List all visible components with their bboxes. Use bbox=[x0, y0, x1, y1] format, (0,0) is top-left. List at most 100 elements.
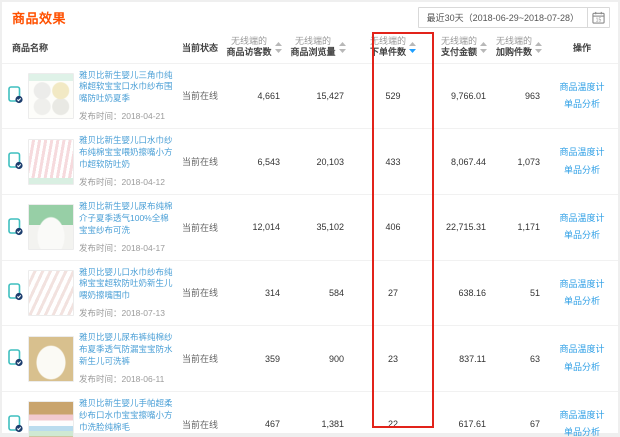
single-item-analysis-link[interactable]: 单品分析 bbox=[546, 96, 618, 113]
product-thermometer-link[interactable]: 商品温度计 bbox=[546, 144, 618, 161]
svg-text:15: 15 bbox=[596, 17, 602, 23]
views-value: 15,427 bbox=[286, 63, 350, 129]
visitors-value: 6,543 bbox=[222, 129, 286, 195]
header-payment-line2: 支付金额 bbox=[441, 47, 477, 58]
product-thumbnail[interactable] bbox=[28, 204, 74, 250]
mobile-online-check-icon bbox=[8, 152, 23, 171]
table-row: 雅贝比新生婴儿尿布纯棉介子夏季透气100%全棉宝宝纱布可洗 发布时间：2018-… bbox=[2, 194, 618, 260]
payment-value: 9,766.01 bbox=[436, 63, 492, 129]
orders-value: 433 bbox=[350, 129, 436, 195]
orders-value: 22 bbox=[350, 391, 436, 437]
publish-date: 发布时间：2018-06-11 bbox=[79, 373, 176, 385]
table-row: 雅贝比婴儿口水巾纱布纯棉宝宝超软防吐奶新生儿喂奶擦嘴围巾 发布时间：2018-0… bbox=[2, 260, 618, 326]
cart-adds-value: 1,073 bbox=[492, 129, 546, 195]
table-row: 雅贝比婴儿尿布裤纯棉纱布夏季透气防漏宝宝防水新生儿可洗裤 发布时间：2018-0… bbox=[2, 326, 618, 392]
single-item-analysis-link[interactable]: 单品分析 bbox=[546, 162, 618, 179]
orders-value: 23 bbox=[350, 326, 436, 392]
mobile-online-check-icon bbox=[8, 283, 23, 302]
header-wireless-visitors[interactable]: 无线端的商品访客数 bbox=[222, 32, 286, 63]
cart-adds-value: 51 bbox=[492, 260, 546, 326]
header-wireless-payment[interactable]: 无线端的支付金额 bbox=[436, 32, 492, 63]
header-views-line1: 无线端的 bbox=[290, 36, 335, 47]
visitors-value: 12,014 bbox=[222, 194, 286, 260]
product-thermometer-link[interactable]: 商品温度计 bbox=[546, 79, 618, 96]
views-value: 900 bbox=[286, 326, 350, 392]
status-label: 当前在线 bbox=[178, 129, 222, 195]
views-value: 1,381 bbox=[286, 391, 350, 437]
sort-arrows-icon[interactable] bbox=[535, 42, 542, 53]
single-item-analysis-link[interactable]: 单品分析 bbox=[546, 359, 618, 376]
status-label: 当前在线 bbox=[178, 194, 222, 260]
header-visitors-line1: 无线端的 bbox=[226, 36, 271, 47]
cart-adds-value: 1,171 bbox=[492, 194, 546, 260]
product-title-link[interactable]: 雅贝比新生婴儿手帕超柔纱布口水巾宝宝擦嘴小方巾洗脸纯棉毛 bbox=[79, 398, 176, 434]
sort-arrows-icon[interactable] bbox=[275, 42, 282, 53]
product-performance-panel: 商品效果 最近30天（2018-06-29~2018-07-28） 15 商品名… bbox=[2, 2, 618, 433]
table-row: 雅贝比新生婴儿三角巾纯棉超软宝宝口水巾纱布围嘴防吐奶夏季 发布时间：2018-0… bbox=[2, 63, 618, 129]
orders-value: 27 bbox=[350, 260, 436, 326]
publish-date: 发布时间：2018-04-17 bbox=[79, 242, 176, 254]
header-product-name: 商品名称 bbox=[2, 32, 178, 63]
table-header-row: 商品名称 当前状态 无线端的商品访客数 无线端的商品浏览量 无线端的下单件数 无… bbox=[2, 32, 618, 63]
product-title-link[interactable]: 雅贝比新生婴儿三角巾纯棉超软宝宝口水巾纱布围嘴防吐奶夏季 bbox=[79, 70, 176, 106]
sort-arrows-icon-active[interactable] bbox=[409, 42, 416, 53]
mobile-online-check-icon bbox=[8, 86, 23, 105]
header-wireless-cart-adds[interactable]: 无线端的加购件数 bbox=[492, 32, 546, 63]
header-views-line2: 商品浏览量 bbox=[290, 47, 335, 58]
table-row: 雅贝比新生婴儿手帕超柔纱布口水巾宝宝擦嘴小方巾洗脸纯棉毛 发布时间：2018-0… bbox=[2, 391, 618, 437]
header-cart-line1: 无线端的 bbox=[496, 36, 532, 47]
product-title-link[interactable]: 雅贝比新生婴儿尿布纯棉介子夏季透气100%全棉宝宝纱布可洗 bbox=[79, 201, 176, 237]
product-thermometer-link[interactable]: 商品温度计 bbox=[546, 276, 618, 293]
product-title-link[interactable]: 雅贝比婴儿尿布裤纯棉纱布夏季透气防漏宝宝防水新生儿可洗裤 bbox=[79, 332, 176, 368]
header-current-status: 当前状态 bbox=[178, 32, 222, 63]
orders-value: 529 bbox=[350, 63, 436, 129]
sort-arrows-icon[interactable] bbox=[480, 42, 487, 53]
header-wireless-views[interactable]: 无线端的商品浏览量 bbox=[286, 32, 350, 63]
date-range-selector[interactable]: 最近30天（2018-06-29~2018-07-28） 15 bbox=[418, 7, 610, 28]
mobile-online-check-icon bbox=[8, 349, 23, 368]
product-thermometer-link[interactable]: 商品温度计 bbox=[546, 407, 618, 424]
payment-value: 22,715.31 bbox=[436, 194, 492, 260]
mobile-online-check-icon bbox=[8, 415, 23, 434]
date-range-text: 最近30天（2018-06-29~2018-07-28） bbox=[419, 8, 587, 27]
publish-date: 发布时间：2018-04-12 bbox=[79, 176, 176, 188]
mobile-online-check-icon bbox=[8, 218, 23, 237]
sort-arrows-icon[interactable] bbox=[339, 42, 346, 53]
status-label: 当前在线 bbox=[178, 63, 222, 129]
payment-value: 837.11 bbox=[436, 326, 492, 392]
product-title-link[interactable]: 雅贝比婴儿口水巾纱布纯棉宝宝超软防吐奶新生儿喂奶擦嘴围巾 bbox=[79, 267, 176, 303]
product-performance-table: 商品名称 当前状态 无线端的商品访客数 无线端的商品浏览量 无线端的下单件数 无… bbox=[2, 32, 618, 437]
header-orders-line1: 无线端的 bbox=[370, 36, 406, 47]
cart-adds-value: 63 bbox=[492, 326, 546, 392]
status-label: 当前在线 bbox=[178, 326, 222, 392]
header-cart-line2: 加购件数 bbox=[496, 47, 532, 58]
visitors-value: 314 bbox=[222, 260, 286, 326]
single-item-analysis-link[interactable]: 单品分析 bbox=[546, 424, 618, 437]
payment-value: 617.61 bbox=[436, 391, 492, 437]
product-thermometer-link[interactable]: 商品温度计 bbox=[546, 341, 618, 358]
header-orders-line2: 下单件数 bbox=[370, 47, 406, 58]
payment-value: 638.16 bbox=[436, 260, 492, 326]
orders-value: 406 bbox=[350, 194, 436, 260]
product-thermometer-link[interactable]: 商品温度计 bbox=[546, 210, 618, 227]
status-label: 当前在线 bbox=[178, 260, 222, 326]
product-thumbnail[interactable] bbox=[28, 336, 74, 382]
publish-date: 发布时间：2018-07-13 bbox=[79, 307, 176, 319]
product-thumbnail[interactable] bbox=[28, 401, 74, 437]
header-visitors-line2: 商品访客数 bbox=[226, 47, 271, 58]
status-label: 当前在线 bbox=[178, 391, 222, 437]
single-item-analysis-link[interactable]: 单品分析 bbox=[546, 227, 618, 244]
visitors-value: 4,661 bbox=[222, 63, 286, 129]
product-thumbnail[interactable] bbox=[28, 73, 74, 119]
product-thumbnail[interactable] bbox=[28, 270, 74, 316]
product-thumbnail[interactable] bbox=[28, 139, 74, 185]
calendar-icon[interactable]: 15 bbox=[587, 8, 609, 27]
header-payment-line1: 无线端的 bbox=[441, 36, 477, 47]
views-value: 584 bbox=[286, 260, 350, 326]
header-actions: 操作 bbox=[546, 32, 618, 63]
page-title: 商品效果 bbox=[12, 8, 66, 27]
product-title-link[interactable]: 雅贝比新生婴儿口水巾纱布纯棉宝宝喂奶擦嘴小方巾超软防吐奶 bbox=[79, 135, 176, 171]
header-wireless-orders[interactable]: 无线端的下单件数 bbox=[350, 32, 436, 63]
visitors-value: 359 bbox=[222, 326, 286, 392]
single-item-analysis-link[interactable]: 单品分析 bbox=[546, 293, 618, 310]
